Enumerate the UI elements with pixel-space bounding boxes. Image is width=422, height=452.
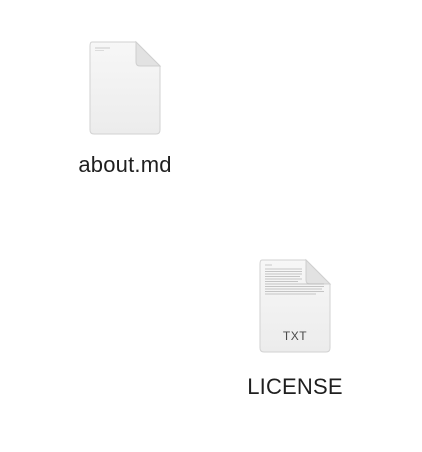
- text-document-icon: TXT: [259, 258, 332, 353]
- file-name-label: LICENSE: [247, 374, 343, 399]
- file-name-label: about.md: [78, 152, 172, 177]
- file-license[interactable]: TXT LICENSE: [225, 258, 365, 400]
- document-icon: [89, 40, 162, 135]
- file-about-md[interactable]: about.md: [55, 40, 195, 178]
- file-type-badge: TXT: [283, 329, 307, 343]
- desktop: about.md TXT LICENSE: [0, 0, 422, 452]
